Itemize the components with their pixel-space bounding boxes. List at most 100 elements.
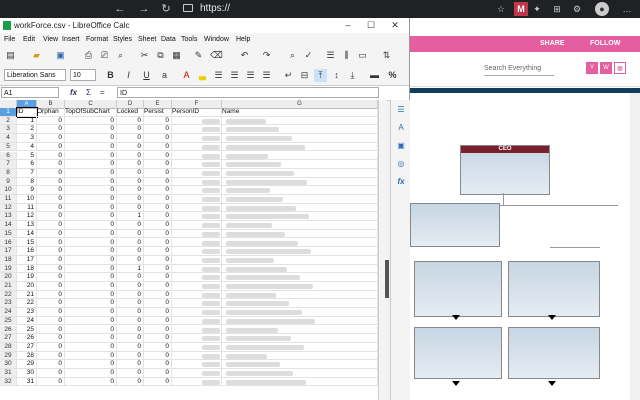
row-number[interactable]: 9 <box>0 177 17 187</box>
table-cell[interactable]: 0 <box>144 203 172 213</box>
id-cell[interactable]: 21 <box>17 290 37 300</box>
table-cell[interactable]: 0 <box>37 360 65 369</box>
delete-icon[interactable]: ▭ <box>356 49 369 62</box>
redacted-cell[interactable] <box>172 255 222 265</box>
app-icon-w[interactable]: W <box>600 62 612 74</box>
redacted-cell[interactable] <box>222 151 378 161</box>
grid-icon[interactable]: ▦ <box>614 62 626 74</box>
redacted-cell[interactable] <box>222 160 378 169</box>
id-cell[interactable]: 31 <box>17 377 37 387</box>
header-cell[interactable]: Name <box>222 108 378 117</box>
table-cell[interactable]: 0 <box>65 316 117 326</box>
redacted-cell[interactable] <box>222 351 378 361</box>
ceo-card[interactable]: CEO <box>460 145 550 195</box>
table-cell[interactable]: 0 <box>37 316 65 326</box>
table-cell[interactable]: 0 <box>65 160 117 169</box>
table-cell[interactable]: 0 <box>37 203 65 213</box>
redacted-cell[interactable] <box>222 203 378 213</box>
redacted-cell[interactable] <box>172 186 222 195</box>
row-number[interactable]: 17 <box>0 247 17 256</box>
wrap-text-icon[interactable]: ↵ <box>282 69 295 82</box>
sheet-scrollbar[interactable] <box>378 100 387 400</box>
page-scrollbar[interactable] <box>630 93 640 400</box>
table-cell[interactable]: 0 <box>65 273 117 282</box>
row-number[interactable]: 20 <box>0 273 17 282</box>
table-cell[interactable]: 0 <box>117 177 144 187</box>
table-cell[interactable]: 0 <box>37 308 65 317</box>
table-cell[interactable]: 0 <box>117 125 144 135</box>
id-cell[interactable]: 20 <box>17 282 37 291</box>
table-cell[interactable]: 0 <box>65 142 117 152</box>
table-cell[interactable]: 0 <box>144 177 172 187</box>
redacted-cell[interactable] <box>172 203 222 213</box>
table-cell[interactable]: 0 <box>117 342 144 352</box>
id-cell[interactable]: 5 <box>17 151 37 161</box>
id-cell[interactable]: 14 <box>17 229 37 239</box>
highlight-icon[interactable]: ▃ <box>196 69 209 82</box>
id-cell[interactable]: 10 <box>17 195 37 204</box>
table-cell[interactable]: 0 <box>117 308 144 317</box>
table-cell[interactable]: 0 <box>144 342 172 352</box>
table-cell[interactable]: 0 <box>144 308 172 317</box>
paste-icon[interactable]: ▦ <box>170 49 183 62</box>
redacted-cell[interactable] <box>222 168 378 178</box>
table-cell[interactable]: 0 <box>144 369 172 378</box>
align-top-icon[interactable]: ⤒ <box>314 69 327 82</box>
row-number[interactable]: 23 <box>0 299 17 309</box>
name-box[interactable]: A1 <box>1 87 59 98</box>
table-cell[interactable]: 0 <box>37 273 65 282</box>
align-left-icon[interactable]: ☰ <box>212 69 225 82</box>
redacted-cell[interactable] <box>172 116 222 126</box>
export-pdf-icon[interactable]: ⎙ <box>82 49 95 62</box>
share-button[interactable]: SHARE <box>540 36 565 52</box>
table-cell[interactable]: 0 <box>117 377 144 387</box>
id-cell[interactable]: 2 <box>17 125 37 135</box>
redacted-cell[interactable] <box>222 125 378 135</box>
row-number[interactable]: 29 <box>0 351 17 361</box>
save-icon[interactable]: ▣ <box>54 49 67 62</box>
id-cell[interactable]: 17 <box>17 255 37 265</box>
table-cell[interactable]: 0 <box>144 186 172 195</box>
redacted-cell[interactable] <box>222 299 378 309</box>
table-cell[interactable]: 0 <box>37 369 65 378</box>
table-cell[interactable]: 0 <box>144 134 172 143</box>
table-cell[interactable]: 0 <box>37 116 65 126</box>
id-cell[interactable]: 7 <box>17 168 37 178</box>
table-cell[interactable]: 0 <box>117 203 144 213</box>
row-number[interactable]: 11 <box>0 195 17 204</box>
extension-icon[interactable]: ✦ <box>530 2 544 16</box>
print-icon[interactable]: ⎚ <box>98 49 111 62</box>
table-cell[interactable]: 0 <box>37 299 65 309</box>
row-number[interactable]: 18 <box>0 255 17 265</box>
styles-icon[interactable]: A <box>395 122 407 134</box>
sort-icon[interactable]: ⇅ <box>380 49 393 62</box>
column-header[interactable]: B <box>37 100 65 108</box>
table-cell[interactable]: 0 <box>144 221 172 230</box>
menu-edit[interactable]: Edit <box>23 33 35 46</box>
redacted-cell[interactable] <box>222 290 378 300</box>
redacted-cell[interactable] <box>222 255 378 265</box>
table-cell[interactable]: 0 <box>117 134 144 143</box>
id-cell[interactable]: 24 <box>17 316 37 326</box>
redacted-cell[interactable] <box>172 238 222 248</box>
table-cell[interactable]: 0 <box>144 290 172 300</box>
minimize-icon[interactable]: – <box>339 18 357 33</box>
navigator-icon[interactable]: ◎ <box>395 158 407 170</box>
row-number[interactable]: 8 <box>0 168 17 178</box>
function-wizard-icon[interactable]: fx <box>70 86 77 100</box>
table-cell[interactable]: 0 <box>65 325 117 335</box>
corner-cell[interactable] <box>0 100 17 108</box>
employee-card[interactable] <box>410 203 500 247</box>
align-right-icon[interactable]: ☰ <box>244 69 257 82</box>
table-cell[interactable]: 1 <box>117 212 144 222</box>
row-number[interactable]: 24 <box>0 308 17 317</box>
redacted-cell[interactable] <box>172 308 222 317</box>
table-cell[interactable]: 0 <box>65 255 117 265</box>
table-cell[interactable]: 0 <box>144 273 172 282</box>
address-bar[interactable]: https:// <box>200 1 230 17</box>
percent-icon[interactable]: % <box>386 69 399 82</box>
align-bottom-icon[interactable]: ⤓ <box>346 69 359 82</box>
gallery-icon[interactable]: ▣ <box>395 140 407 152</box>
table-cell[interactable]: 0 <box>117 360 144 369</box>
redacted-cell[interactable] <box>222 264 378 274</box>
